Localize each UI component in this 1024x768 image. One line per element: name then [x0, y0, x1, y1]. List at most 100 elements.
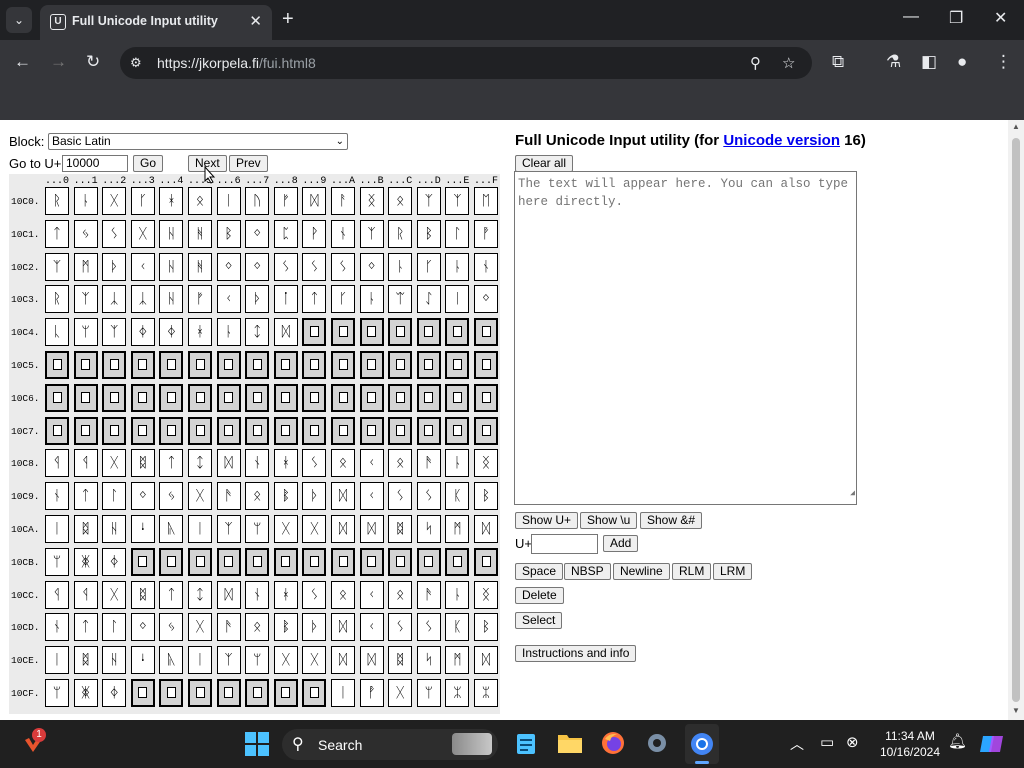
char-cell[interactable]: ᚦ — [245, 285, 270, 314]
char-cell[interactable]: ᚳ — [45, 318, 69, 347]
char-cell[interactable]: ᛊ — [388, 613, 413, 642]
nbsp-button[interactable]: NBSP — [564, 563, 611, 580]
char-cell[interactable]: ᛩ — [45, 580, 69, 609]
char-cell[interactable]: ᛗ — [445, 646, 470, 675]
char-cell[interactable]: ᛜ — [130, 482, 155, 511]
delete-button[interactable]: Delete — [515, 587, 564, 604]
char-cell[interactable]: ᚲ — [359, 580, 384, 609]
char-cell[interactable]: ᛝ — [474, 449, 498, 478]
bookmark-star-icon[interactable]: ☆ — [782, 54, 795, 72]
char-cell[interactable]: ᛁ — [188, 515, 212, 543]
char-cell[interactable]: ᛞ — [331, 515, 355, 543]
char-cell[interactable]: ᛊ — [302, 580, 327, 609]
char-cell[interactable]: ᛊ — [416, 482, 441, 511]
char-cell[interactable]: ᛏ — [73, 482, 98, 511]
char-cell[interactable]: ᛕ — [445, 482, 470, 511]
char-cell[interactable]: ᛚ — [102, 613, 127, 642]
char-cell[interactable]: ᛖ — [474, 187, 498, 215]
char-cell[interactable]: ᛉ — [359, 219, 384, 248]
char-cell[interactable]: ᛩ — [45, 449, 69, 478]
taskbar-clock[interactable]: 11:34 AM 10/16/2024 — [872, 728, 948, 760]
char-cell[interactable]: ᛈ — [273, 219, 298, 248]
char-cell[interactable]: ᛍ — [130, 515, 155, 543]
char-cell[interactable]: ᛞ — [359, 515, 384, 543]
missing-glyph-cell[interactable] — [416, 351, 441, 379]
char-cell[interactable]: ᛞ — [474, 646, 498, 675]
char-cell[interactable]: ᚴ — [331, 285, 355, 314]
char-cell[interactable]: ᚫ — [216, 613, 241, 642]
missing-glyph-cell[interactable] — [159, 351, 184, 379]
missing-glyph-cell[interactable] — [388, 547, 413, 576]
char-cell[interactable]: ᚿ — [445, 580, 470, 609]
char-cell[interactable]: ᛥ — [130, 449, 155, 478]
char-cell[interactable]: ᚼ — [188, 318, 212, 347]
char-cell[interactable]: ᛃ — [159, 613, 184, 642]
char-cell[interactable]: ᛋ — [416, 646, 441, 675]
char-cell[interactable]: ᛒ — [416, 219, 441, 248]
char-cell[interactable]: ᚾ — [45, 482, 69, 511]
missing-glyph-cell[interactable] — [216, 351, 241, 379]
char-cell[interactable]: ᚠ — [188, 285, 212, 314]
char-cell[interactable]: ᛥ — [73, 646, 98, 675]
missing-glyph-cell[interactable] — [216, 679, 241, 707]
missing-glyph-cell[interactable] — [331, 318, 355, 347]
labs-icon[interactable]: ⚗ — [886, 52, 901, 72]
char-cell[interactable]: ᚿ — [388, 252, 413, 281]
char-cell[interactable]: ᛏ — [159, 449, 184, 478]
show-amp-button[interactable]: Show &# — [640, 512, 703, 529]
char-cell[interactable]: ᚻ — [188, 252, 212, 281]
char-cell[interactable]: ᛞ — [273, 318, 298, 347]
char-cell[interactable]: ᚺ — [159, 285, 184, 314]
char-cell[interactable]: ᛍ — [130, 646, 155, 675]
char-cell[interactable]: ᛞ — [331, 613, 355, 642]
char-cell[interactable]: ᛘ — [73, 318, 98, 347]
resize-handle-icon[interactable]: ◢ — [850, 485, 855, 503]
settings-gear-icon[interactable] — [645, 731, 669, 758]
char-cell[interactable]: ᛗ — [73, 252, 98, 281]
missing-glyph-cell[interactable] — [73, 416, 98, 445]
scrollbar-thumb[interactable] — [1012, 138, 1020, 702]
char-cell[interactable]: ᚴ — [130, 187, 155, 215]
missing-glyph-cell[interactable] — [416, 547, 441, 576]
missing-glyph-cell[interactable] — [45, 416, 69, 445]
notepad-icon[interactable] — [515, 732, 537, 759]
char-cell[interactable]: ᛥ — [130, 580, 155, 609]
site-info-icon[interactable]: ⚙ — [130, 55, 142, 71]
missing-glyph-cell[interactable] — [331, 383, 355, 412]
char-cell[interactable]: ᚷ — [102, 187, 127, 215]
char-cell[interactable]: ᚷ — [102, 580, 127, 609]
missing-glyph-cell[interactable] — [416, 383, 441, 412]
char-cell[interactable]: ᚼ — [273, 449, 298, 478]
char-cell[interactable]: ᚫ — [416, 580, 441, 609]
char-cell[interactable]: ᚿ — [73, 187, 98, 215]
missing-glyph-cell[interactable] — [474, 547, 498, 576]
char-cell[interactable]: ᛉ — [416, 187, 441, 215]
scroll-down-icon[interactable]: ▼ — [1012, 706, 1020, 715]
missing-glyph-cell[interactable] — [388, 318, 413, 347]
char-cell[interactable]: ᚺ — [159, 219, 184, 248]
missing-glyph-cell[interactable] — [130, 383, 155, 412]
char-cell[interactable]: ᛁ — [45, 515, 69, 543]
missing-glyph-cell[interactable] — [388, 383, 413, 412]
char-cell[interactable]: ᛏ — [159, 580, 184, 609]
block-select[interactable]: Basic Latin ⌄ — [48, 133, 348, 150]
newline-button[interactable]: Newline — [613, 563, 670, 580]
char-cell[interactable]: ᛜ — [130, 613, 155, 642]
char-cell[interactable]: ᛥ — [388, 646, 413, 675]
char-cell[interactable]: ᛟ — [245, 613, 270, 642]
char-cell[interactable]: ᛘ — [45, 547, 69, 576]
url-text[interactable]: https://jkorpela.fi/fui.html8 — [157, 55, 316, 71]
char-cell[interactable]: ᛞ — [331, 482, 355, 511]
missing-glyph-cell[interactable] — [188, 351, 212, 379]
chevron-up-icon[interactable]: ︿ — [790, 734, 804, 754]
missing-glyph-cell[interactable] — [73, 383, 98, 412]
char-cell[interactable]: ᚴ — [416, 252, 441, 281]
char-cell[interactable]: ᚱ — [388, 219, 413, 248]
forward-icon[interactable]: → — [50, 52, 67, 72]
char-cell[interactable]: ᚺ — [102, 646, 127, 675]
firefox-icon[interactable] — [601, 731, 625, 758]
char-cell[interactable]: ᛘ — [45, 679, 69, 707]
missing-glyph-cell[interactable] — [474, 383, 498, 412]
space-button[interactable]: Space — [515, 563, 564, 580]
restore-icon[interactable]: ❐ — [949, 8, 963, 28]
